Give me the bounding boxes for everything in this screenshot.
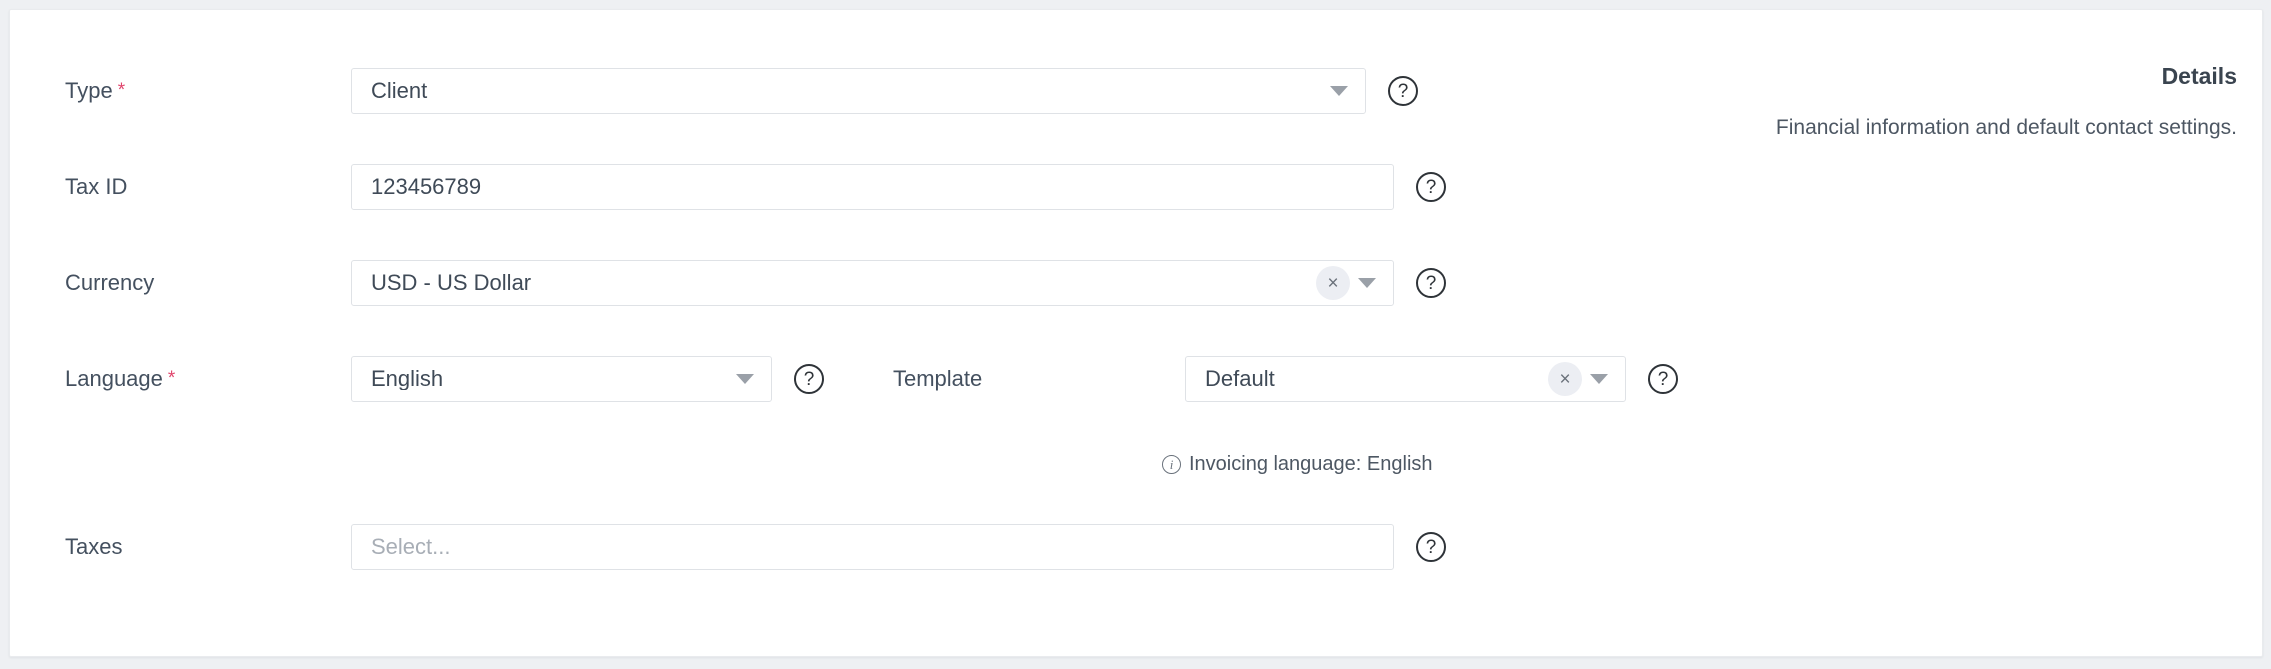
help-icon-taxes[interactable]: ? [1416, 532, 1446, 562]
help-icon-template[interactable]: ? [1648, 364, 1678, 394]
page-root: Type * Client ? Tax ID 123456789 ? Curre… [0, 0, 2271, 669]
label-template-text: Template [893, 366, 983, 391]
taxes-select-placeholder: Select... [371, 536, 451, 558]
label-tax-id: Tax ID [65, 176, 351, 198]
help-icon-type[interactable]: ? [1388, 76, 1418, 106]
invoicing-language-hint-text: Invoicing language: English [1189, 453, 1433, 475]
label-tax-id-text: Tax ID [65, 174, 128, 199]
info-icon: i [1162, 455, 1181, 474]
label-taxes-text: Taxes [65, 534, 123, 559]
label-currency-text: Currency [65, 270, 155, 295]
template-select-value: Default [1205, 368, 1275, 390]
chevron-down-icon[interactable] [1590, 374, 1608, 384]
help-icon-currency[interactable]: ? [1416, 268, 1446, 298]
required-asterisk-language: * [167, 368, 176, 389]
chevron-down-icon[interactable] [1358, 278, 1376, 288]
taxes-select[interactable]: Select... [351, 524, 1394, 570]
type-select[interactable]: Client [351, 68, 1366, 114]
invoicing-language-hint: i Invoicing language: English [1162, 453, 1433, 476]
chevron-down-icon[interactable] [736, 374, 754, 384]
currency-select[interactable]: USD - US Dollar × [351, 260, 1394, 306]
tax-id-input[interactable]: 123456789 [351, 164, 1394, 210]
chevron-down-icon[interactable] [1330, 86, 1348, 96]
label-language-text: Language [65, 366, 163, 391]
details-card: Type * Client ? Tax ID 123456789 ? Curre… [9, 9, 2263, 657]
form-row-language: Language * English ? Template Default × … [65, 356, 1678, 402]
template-select[interactable]: Default × [1185, 356, 1626, 402]
clear-icon-currency[interactable]: × [1316, 266, 1350, 300]
details-panel: Details Financial information and defaul… [1767, 65, 2237, 143]
tax-id-input-value: 123456789 [371, 176, 482, 198]
help-icon-tax-id[interactable]: ? [1416, 172, 1446, 202]
help-icon-language[interactable]: ? [794, 364, 824, 394]
label-type-text: Type [65, 78, 113, 103]
details-form: Type * Client ? Tax ID 123456789 ? Curre… [10, 10, 1710, 656]
label-taxes: Taxes [65, 536, 351, 558]
language-select[interactable]: English [351, 356, 772, 402]
details-panel-description: Financial information and default contac… [1775, 116, 2237, 139]
label-language: Language * [65, 368, 351, 390]
form-row-tax-id: Tax ID 123456789 ? [65, 164, 1446, 210]
form-row-currency: Currency USD - US Dollar × ? [65, 260, 1446, 306]
language-select-value: English [371, 368, 444, 390]
required-asterisk-type: * [117, 80, 126, 101]
label-currency: Currency [65, 272, 351, 294]
clear-icon-template[interactable]: × [1548, 362, 1582, 396]
type-select-value: Client [371, 80, 428, 102]
form-row-type: Type * Client ? [65, 68, 1418, 114]
label-template: Template [893, 368, 1185, 390]
details-panel-title: Details [2161, 63, 2237, 89]
currency-select-value: USD - US Dollar [371, 272, 532, 294]
label-type: Type * [65, 80, 351, 102]
form-row-taxes: Taxes Select... ? [65, 524, 1446, 570]
